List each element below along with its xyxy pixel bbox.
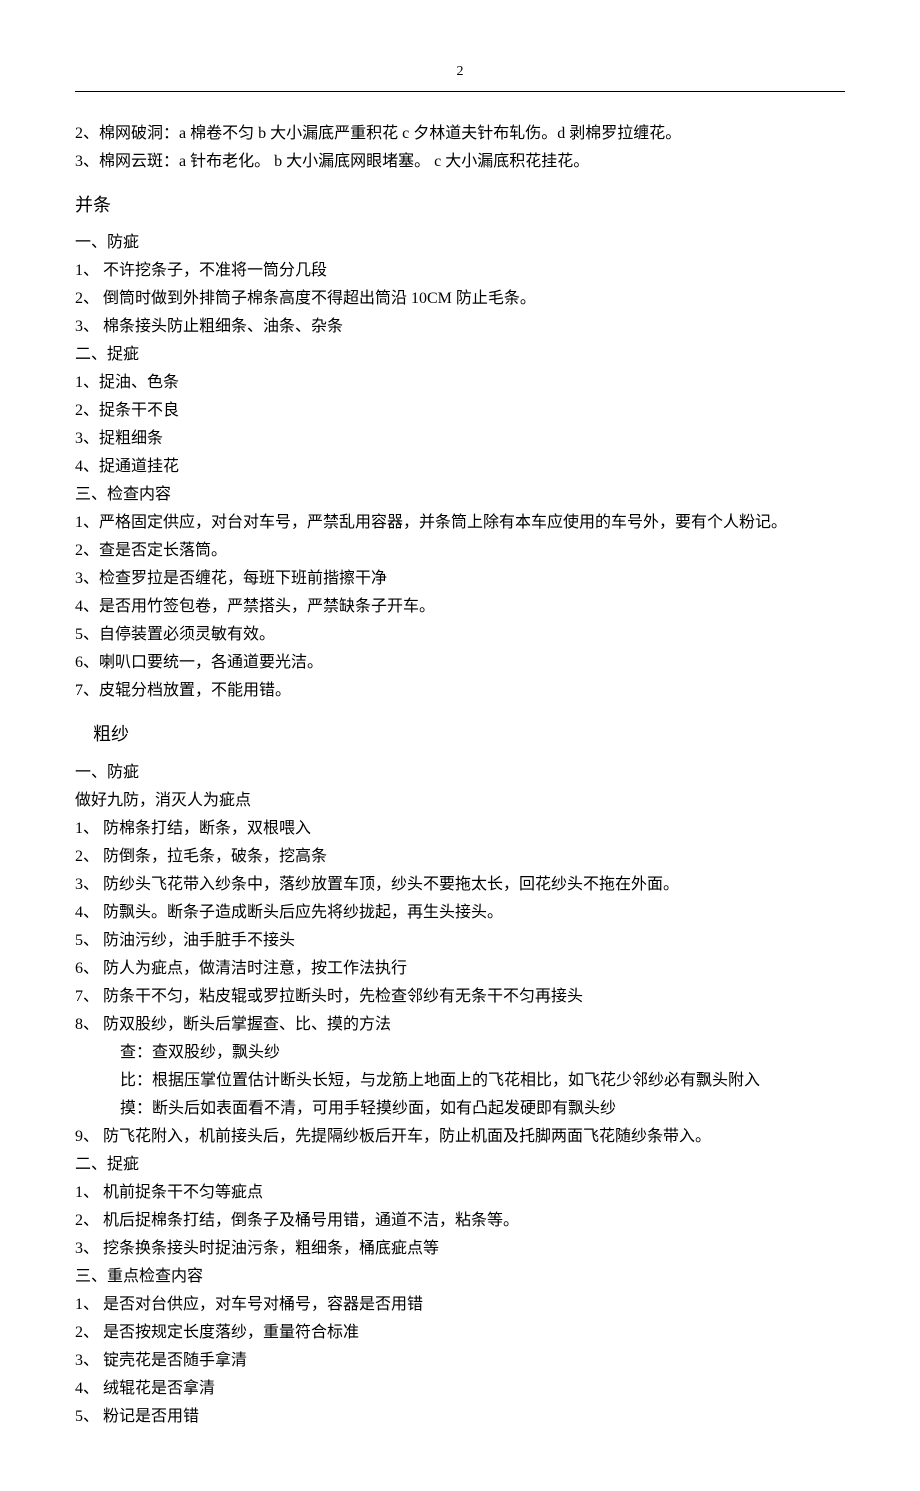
header-rule — [75, 91, 845, 92]
subheading: 一、防疵 — [75, 229, 845, 257]
doc-line: 摸：断头后如表面看不清，可用手轻摸纱面，如有凸起发硬即有飘头纱 — [120, 1095, 845, 1123]
doc-line: 4、 防飘头。断条子造成断头后应先将纱拢起，再生头接头。 — [75, 899, 845, 927]
doc-line: 6、喇叭口要统一，各通道要光洁。 — [75, 649, 845, 677]
doc-line: 1、严格固定供应，对台对车号，严禁乱用容器，并条筒上除有本车应使用的车号外，要有… — [75, 509, 845, 537]
doc-line: 7、 防条干不匀，粘皮辊或罗拉断头时，先检查邻纱有无条干不匀再接头 — [75, 983, 845, 1011]
subheading: 一、防疵 — [75, 759, 845, 787]
doc-line: 8、 防双股纱，断头后掌握查、比、摸的方法 — [75, 1011, 845, 1039]
doc-line: 比：根据压掌位置估计断头长短，与龙筋上地面上的飞花相比，如飞花少邻纱必有飘头附入 — [120, 1067, 845, 1095]
doc-line: 4、捉通道挂花 — [75, 453, 845, 481]
doc-line: 3、 锭壳花是否随手拿清 — [75, 1347, 845, 1375]
section-title-bt: 并条 — [75, 190, 845, 222]
doc-line: 1、 防棉条打结，断条，双根喂入 — [75, 815, 845, 843]
doc-line: 3、检查罗拉是否缠花，每班下班前揩擦干净 — [75, 565, 845, 593]
subheading: 三、重点检查内容 — [75, 1263, 845, 1291]
doc-line: 2、 机后捉棉条打结，倒条子及桶号用错，通道不洁，粘条等。 — [75, 1207, 845, 1235]
doc-line: 2、 倒筒时做到外排筒子棉条高度不得超出筒沿 10CM 防止毛条。 — [75, 285, 845, 313]
doc-line: 6、 防人为疵点，做清洁时注意，按工作法执行 — [75, 955, 845, 983]
doc-line: 2、 是否按规定长度落纱，重量符合标准 — [75, 1319, 845, 1347]
doc-line: 做好九防，消灭人为疵点 — [75, 787, 845, 815]
doc-line: 4、 绒辊花是否拿清 — [75, 1375, 845, 1403]
doc-line: 2、查是否定长落筒。 — [75, 537, 845, 565]
doc-line: 3、 挖条换条接头时捉油污条，粗细条，桶底疵点等 — [75, 1235, 845, 1263]
doc-line: 3、 防纱头飞花带入纱条中，落纱放置车顶，纱头不要拖太长，回花纱头不拖在外面。 — [75, 871, 845, 899]
doc-line: 5、自停装置必须灵敏有效。 — [75, 621, 845, 649]
doc-line: 5、 粉记是否用错 — [75, 1403, 845, 1431]
doc-line: 1、 是否对台供应，对车号对桶号，容器是否用错 — [75, 1291, 845, 1319]
section-title-cs: 粗纱 — [93, 719, 845, 751]
doc-line: 3、棉网云斑：a 针布老化。 b 大小漏底网眼堵塞。 c 大小漏底积花挂花。 — [75, 148, 845, 176]
page-number: 2 — [75, 60, 845, 85]
subheading: 二、捉疵 — [75, 1151, 845, 1179]
doc-line: 1、 机前捉条干不匀等疵点 — [75, 1179, 845, 1207]
subheading: 二、捉疵 — [75, 341, 845, 369]
doc-line: 1、捉油、色条 — [75, 369, 845, 397]
subheading: 三、检查内容 — [75, 481, 845, 509]
doc-line: 1、 不许挖条子，不准将一筒分几段 — [75, 257, 845, 285]
doc-line: 2、棉网破洞：a 棉卷不匀 b 大小漏底严重积花 c 夕林道夫针布轧伤。d 剥棉… — [75, 120, 845, 148]
doc-line: 4、是否用竹签包卷，严禁搭头，严禁缺条子开车。 — [75, 593, 845, 621]
doc-line: 查：查双股纱，飘头纱 — [120, 1039, 845, 1067]
doc-line: 3、捉粗细条 — [75, 425, 845, 453]
doc-line: 9、 防飞花附入，机前接头后，先提隔纱板后开车，防止机面及托脚两面飞花随纱条带入… — [75, 1123, 845, 1151]
doc-line: 2、捉条干不良 — [75, 397, 845, 425]
doc-line: 7、皮辊分档放置，不能用错。 — [75, 677, 845, 705]
doc-line: 2、 防倒条，拉毛条，破条，挖高条 — [75, 843, 845, 871]
doc-line: 5、 防油污纱，油手脏手不接头 — [75, 927, 845, 955]
doc-line: 3、 棉条接头防止粗细条、油条、杂条 — [75, 313, 845, 341]
